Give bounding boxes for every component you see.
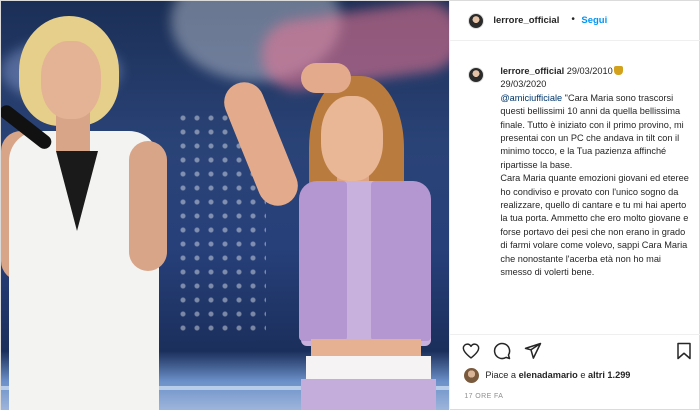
caption-date-second: 29/03/2020 [500,79,547,90]
caption-date: 29/03/2010 [566,66,613,76]
caption-mention[interactable]: @amiciufficiale [500,93,562,103]
instagram-post: lerrore_official • Segui lerrore_officia… [0,0,700,410]
person-right-face [321,96,383,181]
person-right-pants [301,379,436,410]
caption-body-second: Cara Maria quante emozioni giovani ed et… [500,173,689,278]
bookmark-icon[interactable] [676,342,692,360]
caption-body-first: "Cara Maria sono trascorsi questi bellis… [500,92,684,170]
paper-plane-icon[interactable] [524,342,542,360]
likes-prefix: Piace a [485,370,519,380]
person-left-arm-right [129,141,167,271]
trophy-icon [613,66,623,75]
author-avatar[interactable] [468,13,485,29]
person-right-vest-left [299,181,347,341]
caption-text: lerrore_official 29/03/2010 29/03/2020 @… [500,65,692,280]
likes-conjunction: e [577,370,589,380]
comment-icon[interactable] [493,342,511,360]
person-left-face [41,41,101,119]
post-sidebar: lerrore_official • Segui lerrore_officia… [449,1,700,410]
follow-button[interactable]: Segui [581,15,607,26]
author-username[interactable]: lerrore_official [493,15,559,26]
likes-others[interactable]: altri 1.299 [588,370,630,380]
likes-text: Piace a elenadamario e altri 1.299 [485,370,630,380]
person-right-vest-right [371,181,431,341]
heart-icon[interactable] [462,343,480,359]
header-separator: • [571,14,575,25]
caption-author-avatar[interactable] [468,67,485,83]
person-right-hand [301,63,351,93]
liker-avatar[interactable] [464,368,480,383]
likes-section: Piace a elenadamario e altri 1.299 [450,366,700,386]
caption-username[interactable]: lerrore_official [500,66,564,76]
post-timestamp[interactable]: 17 ORE FA [464,393,503,400]
post-header: lerrore_official • Segui [450,1,700,41]
action-bar [450,334,700,364]
post-photo[interactable] [1,1,450,410]
liker-username[interactable]: elenadamario [519,370,578,380]
